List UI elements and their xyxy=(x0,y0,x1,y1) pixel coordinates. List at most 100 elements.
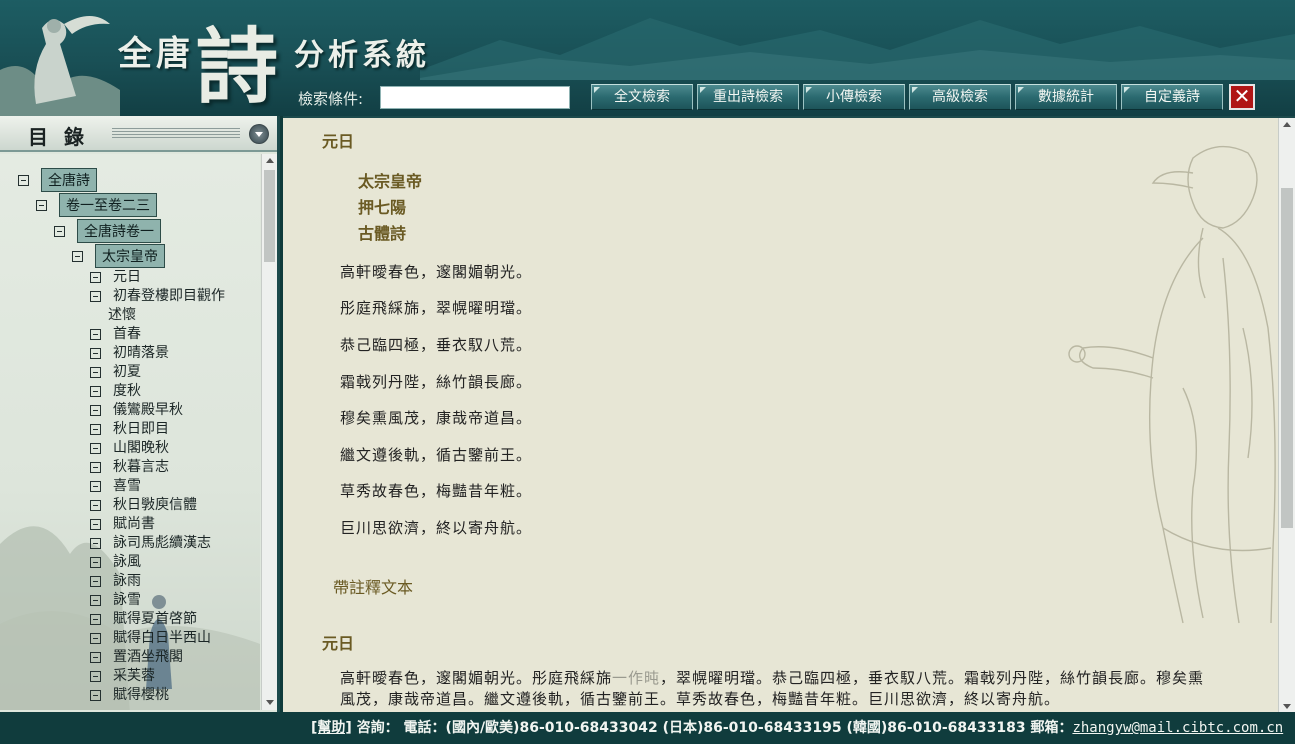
collapse-icon[interactable] xyxy=(36,199,47,211)
poem-verse: 霜戟列丹陛，絲竹韻長廊。 xyxy=(340,373,533,391)
tree-leaf[interactable]: 初晴落景 xyxy=(90,344,169,362)
leaf-box-icon xyxy=(90,423,101,435)
leaf-box-icon xyxy=(90,290,101,302)
scroll-down-icon[interactable] xyxy=(1283,704,1291,709)
leaf-box-icon xyxy=(90,347,101,359)
leaf-box-icon xyxy=(90,537,101,549)
tree-leaf[interactable]: 詠雨 xyxy=(90,572,141,590)
tree-leaf[interactable]: 詠風 xyxy=(90,553,141,571)
tree-leaf-continuation[interactable]: 述懷 xyxy=(108,306,136,324)
fulltext-search-button[interactable]: 全文檢索 xyxy=(591,84,693,110)
tree-node-root[interactable]: 全唐詩 xyxy=(18,168,97,192)
scroll-up-icon[interactable] xyxy=(1283,122,1291,127)
app-header: 全唐 詩 分析系統 檢索條件: 全文檢索 重出詩檢索 小傳檢索 高級檢索 數據統… xyxy=(0,0,1295,116)
collapse-icon[interactable] xyxy=(72,250,83,262)
scroll-up-icon[interactable] xyxy=(266,158,274,163)
app-title-calligraphy: 詩 xyxy=(196,19,279,115)
tree-leaf[interactable]: 秋日即目 xyxy=(90,420,169,438)
leaf-box-icon xyxy=(90,385,101,397)
leaf-box-icon xyxy=(90,632,101,644)
leaf-box-icon xyxy=(90,575,101,587)
leaf-box-icon xyxy=(90,461,101,473)
tree-leaf[interactable]: 山閣晚秋 xyxy=(90,439,169,457)
app-title-right: 分析系統 xyxy=(294,38,430,73)
search-label: 檢索條件: xyxy=(298,90,364,108)
sidebar-header: 目錄 xyxy=(0,116,277,152)
leaf-box-icon xyxy=(90,670,101,682)
tree-leaf[interactable]: 初夏 xyxy=(90,363,141,381)
leaf-box-icon xyxy=(90,271,101,283)
poem-verse: 高軒曖春色，邃閣媚朝光。 xyxy=(340,263,533,281)
leaf-box-icon xyxy=(90,480,101,492)
scroll-thumb[interactable] xyxy=(1281,188,1293,528)
leaf-box-icon xyxy=(90,366,101,378)
close-icon: ✕ xyxy=(1233,84,1251,108)
leaf-box-icon xyxy=(90,613,101,625)
tree-leaf[interactable]: 初春登樓即目觀作 xyxy=(90,287,225,305)
app-title-left: 全唐 xyxy=(118,34,194,74)
tree-leaf[interactable]: 賦得白日半西山 xyxy=(90,629,211,647)
leaf-box-icon xyxy=(90,404,101,416)
leaf-box-icon xyxy=(90,556,101,568)
advanced-search-button[interactable]: 高級檢索 xyxy=(909,84,1011,110)
tree-node-label[interactable]: 卷一至卷二三 xyxy=(59,193,157,217)
catalog-tree: 全唐詩 卷一至卷二三 全唐詩卷一 太宗皇帝 元日 初春登樓即目觀作 述懷 首春 … xyxy=(0,154,260,710)
tree-scrollbar[interactable] xyxy=(261,154,277,710)
leaf-box-icon xyxy=(90,442,101,454)
poem-form: 古體詩 xyxy=(358,224,407,243)
help-link[interactable]: [幫助] xyxy=(311,720,352,736)
poem-verse: 恭己臨四極，垂衣馭八荒。 xyxy=(340,336,533,354)
leaf-box-icon xyxy=(90,651,101,663)
tree-node-label[interactable]: 太宗皇帝 xyxy=(95,244,165,268)
collapse-icon[interactable] xyxy=(54,225,65,237)
tree-node-label[interactable]: 全唐詩卷一 xyxy=(77,219,161,243)
leaf-box-icon xyxy=(90,689,101,701)
poem-verse: 草秀故春色，梅豔昔年粧。 xyxy=(340,482,533,500)
leaf-box-icon xyxy=(90,594,101,606)
sidebar-title: 目錄 xyxy=(28,125,100,149)
annotated-poem-title: 元日 xyxy=(322,634,355,653)
footer-bar: [幫助] 咨詢： 電話：(國內/歐美)86-010-68433042 (日本)8… xyxy=(0,712,1295,744)
catalog-sidebar: 目錄 全唐詩 卷一至卷二三 全唐詩卷一 太宗皇帝 元日 初春登樓即目觀作 述懷 … xyxy=(0,116,280,712)
poet-portrait-illustration xyxy=(1068,145,1276,624)
tree-leaf[interactable]: 置酒坐飛閣 xyxy=(90,648,183,666)
annotated-text-link[interactable]: 帶註釋文本 xyxy=(333,574,413,598)
tree-leaf[interactable]: 采芙蓉 xyxy=(90,667,155,685)
tree-leaf[interactable]: 首春 xyxy=(90,325,141,343)
poem-content-pane: 元日 太宗皇帝 押七陽 古體詩 高軒曖春色，邃閣媚朝光。 彤庭飛綵旆，翠幌曜明璫… xyxy=(283,116,1295,712)
close-button[interactable]: ✕ xyxy=(1229,84,1255,110)
content-scrollbar[interactable] xyxy=(1278,118,1295,712)
tree-leaf[interactable]: 賦尚書 xyxy=(90,515,155,533)
tree-leaf[interactable]: 度秋 xyxy=(90,382,141,400)
duplicate-poem-search-button[interactable]: 重出詩檢索 xyxy=(697,84,799,110)
tree-node-label[interactable]: 全唐詩 xyxy=(41,168,97,192)
tree-node-author[interactable]: 太宗皇帝 xyxy=(72,244,165,268)
poem-verse: 彤庭飛綵旆，翠幌曜明璫。 xyxy=(340,299,533,317)
tree-node-volume-range[interactable]: 卷一至卷二三 xyxy=(36,193,157,217)
tree-leaf[interactable]: 賦得櫻桃 xyxy=(90,686,169,704)
poem-verse: 穆矣熏風茂，康哉帝道昌。 xyxy=(340,409,533,427)
scroll-down-icon[interactable] xyxy=(266,700,274,705)
tree-leaf[interactable]: 詠司馬彪續漢志 xyxy=(90,534,211,552)
tree-leaf[interactable]: 詠雪 xyxy=(90,591,141,609)
tree-leaf[interactable]: 喜雪 xyxy=(90,477,141,495)
decorative-lines xyxy=(112,128,240,140)
tree-leaf[interactable]: 賦得夏首啓節 xyxy=(90,610,197,628)
collapse-icon[interactable] xyxy=(18,174,29,186)
poem-author[interactable]: 太宗皇帝 xyxy=(358,168,422,192)
consult-label: 咨詢： xyxy=(356,720,399,736)
tree-leaf[interactable]: 秋暮言志 xyxy=(90,458,169,476)
search-input[interactable] xyxy=(380,86,570,109)
poem-verse: 繼文遵後軌，循古鑒前王。 xyxy=(340,446,533,464)
tree-node-volume[interactable]: 全唐詩卷一 xyxy=(54,219,161,243)
scroll-thumb[interactable] xyxy=(264,170,275,262)
leaf-box-icon xyxy=(90,499,101,511)
statistics-button[interactable]: 數據統計 xyxy=(1015,84,1117,110)
collapse-toggle-icon[interactable] xyxy=(249,124,269,144)
tree-leaf[interactable]: 元日 xyxy=(90,268,141,286)
biography-search-button[interactable]: 小傳檢索 xyxy=(803,84,905,110)
tree-leaf[interactable]: 儀鸞殿早秋 xyxy=(90,401,183,419)
custom-poem-button[interactable]: 自定義詩 xyxy=(1121,84,1223,110)
tree-leaf[interactable]: 秋日斅庾信體 xyxy=(90,496,197,514)
email-link[interactable]: zhangyw@mail.cibtc.com.cn xyxy=(1072,720,1283,736)
